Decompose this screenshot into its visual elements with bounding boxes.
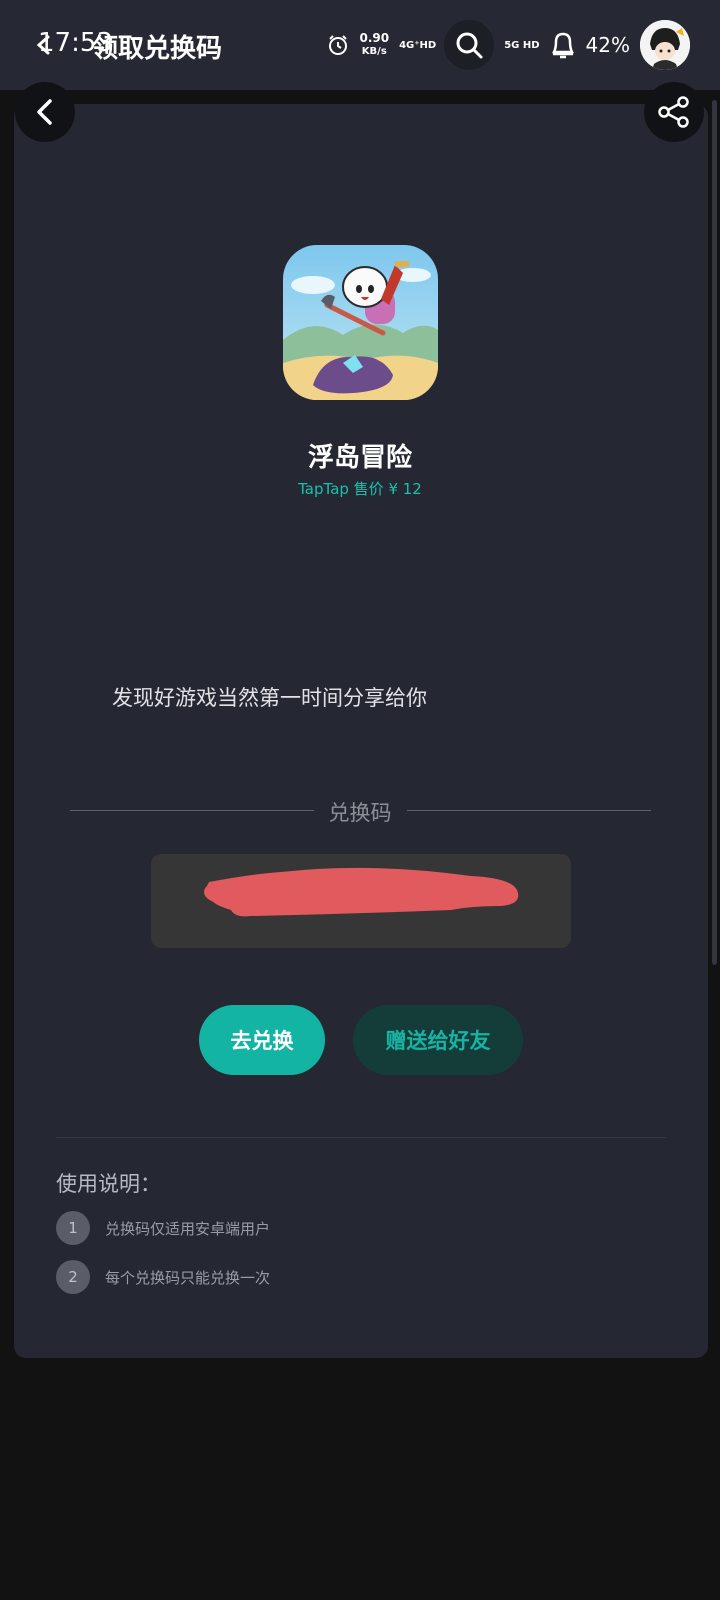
status-icons: 0.90 KB/s 4G⁺HD 5G HD 42% bbox=[327, 18, 690, 72]
instruction-item: 1 兑换码仅适用安卓端用户 bbox=[56, 1211, 270, 1245]
instruction-number: 1 bbox=[56, 1211, 90, 1245]
search-icon bbox=[456, 32, 483, 59]
speed-unit: KB/s bbox=[361, 46, 387, 57]
avatar[interactable] bbox=[640, 20, 690, 70]
game-icon bbox=[283, 245, 438, 400]
redacted-code-mark bbox=[204, 867, 519, 917]
avatar-image bbox=[640, 20, 690, 70]
search-button[interactable] bbox=[444, 20, 495, 70]
share-icon bbox=[658, 96, 689, 128]
scrollbar[interactable] bbox=[712, 100, 717, 965]
instruction-text: 每个兑换码只能兑换一次 bbox=[105, 1268, 271, 1287]
title-back-arrow-icon bbox=[36, 35, 50, 55]
speed-value: 0.90 bbox=[359, 31, 390, 45]
share-button[interactable] bbox=[644, 82, 704, 142]
bell-icon[interactable] bbox=[550, 30, 576, 60]
game-icon-image bbox=[283, 245, 438, 400]
share-message: 发现好游戏当然第一时间分享给你 bbox=[112, 686, 427, 710]
instructions-title: 使用说明： bbox=[56, 1172, 161, 1196]
alarm-icon bbox=[329, 35, 348, 55]
instructions-divider bbox=[56, 1137, 666, 1138]
redeem-button[interactable]: 去兑换 bbox=[199, 1005, 325, 1075]
page-title: 领取兑换码 bbox=[92, 34, 223, 64]
network-label-1: 4G⁺HD bbox=[399, 39, 437, 51]
network-speed: 0.90 KB/s bbox=[359, 32, 389, 58]
instruction-number: 2 bbox=[56, 1260, 90, 1294]
redeem-code-box[interactable] bbox=[151, 854, 571, 948]
code-section-label: 兑换码 bbox=[328, 801, 392, 825]
instruction-item: 2 每个兑换码只能兑换一次 bbox=[56, 1260, 270, 1294]
game-title: 浮岛冒险 bbox=[307, 443, 412, 473]
game-price: TapTap 售价 ¥ 12 bbox=[298, 480, 422, 498]
status-bar: 17:53 领取兑换码 0.90 KB/s 4G⁺HD 5G HD 42% bbox=[0, 0, 720, 90]
network-label-2: 5G HD bbox=[504, 39, 540, 51]
gift-to-friend-button[interactable]: 赠送给好友 bbox=[353, 1005, 523, 1075]
battery-level: 42% bbox=[585, 33, 630, 57]
back-button[interactable] bbox=[15, 82, 75, 142]
back-arrow-icon bbox=[37, 99, 52, 125]
instruction-text: 兑换码仅适用安卓端用户 bbox=[105, 1219, 271, 1238]
